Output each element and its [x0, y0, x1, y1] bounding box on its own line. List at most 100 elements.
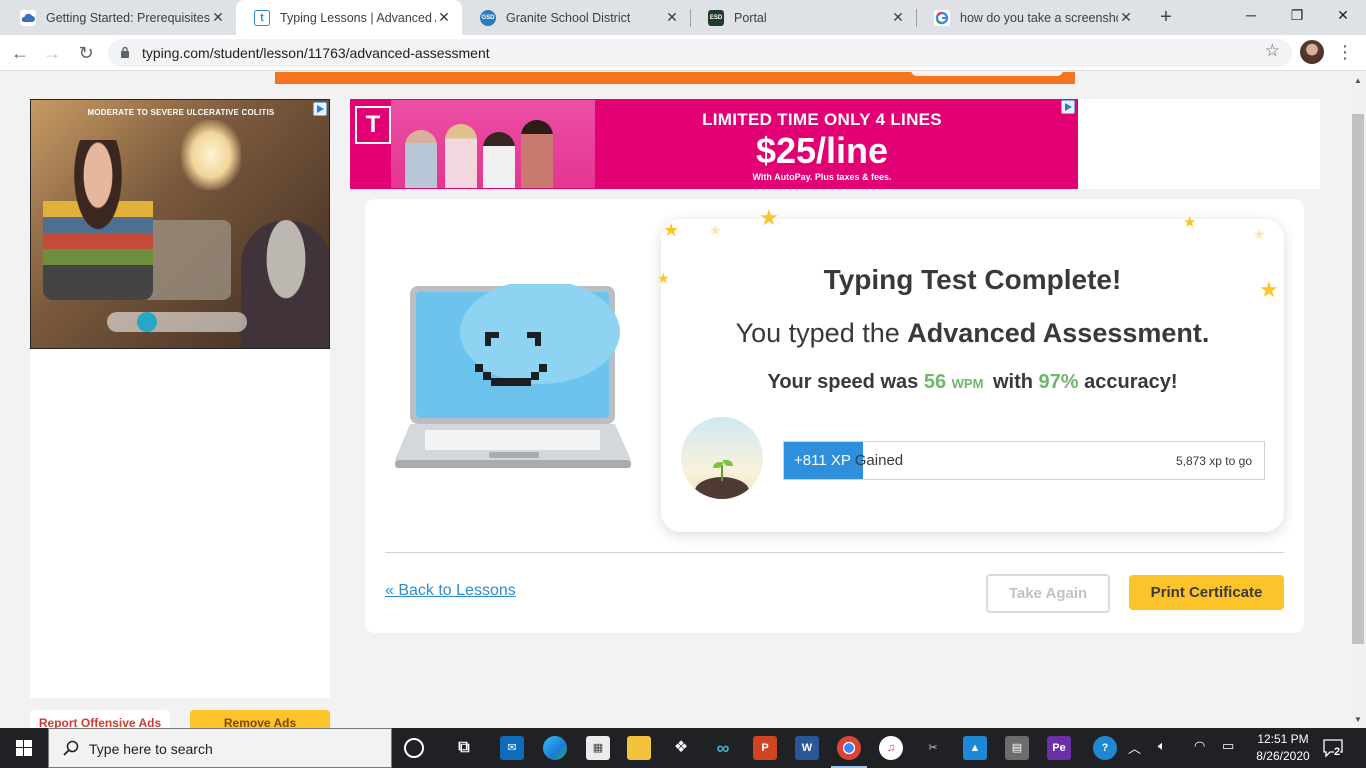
cloud-favicon-icon: [20, 9, 36, 26]
reload-icon[interactable]: ↻: [74, 41, 98, 65]
lesson-name: Advanced Assessment.: [907, 318, 1210, 348]
search-placeholder: Type here to search: [89, 741, 213, 757]
wpm-unit: WPM: [951, 376, 984, 391]
notification-center-icon[interactable]: 2: [1322, 738, 1344, 758]
tab-close-icon[interactable]: ✕: [1118, 9, 1134, 26]
search-icon: [63, 740, 79, 756]
result-bubble: ★ ★ ★ ★ ★ ★ ★ Typing Test Complete! You …: [657, 207, 1284, 532]
tab-typing-lessons[interactable]: t Typing Lessons | Advanced Ass ✕: [236, 0, 462, 35]
star-icon: ★: [1183, 214, 1197, 231]
tmobile-banner-ad[interactable]: T LIMITED TIME ONLY 4 LINES $25/line Wit…: [350, 99, 1078, 189]
laptop-mascot-icon: [395, 284, 631, 468]
mail-icon[interactable]: ✉: [500, 736, 524, 760]
ad-headline: LIMITED TIME ONLY 4 LINES: [702, 110, 942, 129]
video-progress[interactable]: [107, 312, 247, 332]
store-icon[interactable]: ▦: [586, 736, 610, 760]
tab-getting-started[interactable]: Getting Started: Prerequisites ✕: [2, 0, 236, 35]
volume-icon[interactable]: 🔈︎: [1158, 738, 1166, 754]
itunes-icon[interactable]: ♫: [879, 736, 903, 760]
premiere-elements-icon[interactable]: Pe: [1047, 736, 1071, 760]
bookmark-star-icon[interactable]: ☆: [1265, 42, 1280, 59]
xp-gained-value: +811 XP: [794, 452, 851, 469]
page-scrollbar[interactable]: ▲ ▼: [1350, 72, 1366, 728]
lock-icon: [121, 46, 129, 58]
tab-granite-school-district[interactable]: GSD Granite School District ✕: [462, 0, 690, 35]
scrollbar-thumb[interactable]: [1352, 114, 1364, 644]
sway-icon[interactable]: ∞: [711, 736, 735, 760]
adchoices-icon[interactable]: [1061, 100, 1075, 114]
windows-taskbar: Type here to search ⧉ ✉ ▦ ❖ ∞ P W ♫ ✂ ▲ …: [0, 728, 1366, 768]
ad-caption: MODERATE TO SEVERE ULCERATIVE COLITIS: [87, 108, 275, 117]
header-button[interactable]: [911, 72, 1063, 76]
more-menu-icon[interactable]: ⋮: [1336, 40, 1354, 64]
tab-google-search[interactable]: how do you take a screenshot ✕: [916, 0, 1144, 35]
notification-count: 2: [1334, 746, 1341, 758]
tab-close-icon[interactable]: ✕: [436, 9, 452, 26]
tab-close-icon[interactable]: ✕: [664, 9, 680, 26]
report-offensive-ads-button[interactable]: Report Offensive Ads: [30, 710, 170, 728]
take-again-button[interactable]: Take Again: [986, 574, 1110, 613]
granite-favicon-icon: GSD: [480, 9, 496, 26]
scroll-up-icon[interactable]: ▲: [1354, 76, 1362, 85]
tab-close-icon[interactable]: ✕: [890, 9, 906, 26]
help-icon[interactable]: ?: [1093, 736, 1117, 760]
speed-summary: Your speed was 56 WPM with 97% accuracy!: [661, 371, 1284, 394]
profile-avatar[interactable]: [1300, 40, 1324, 64]
star-icon: ★: [1253, 226, 1266, 242]
ad-person: [405, 130, 437, 188]
remove-ads-button[interactable]: Remove Ads: [190, 710, 330, 728]
tab-close-icon[interactable]: ✕: [210, 9, 226, 26]
snipping-tool-icon[interactable]: ✂: [921, 736, 945, 760]
address-bar[interactable]: typing.com/student/lesson/11763/advanced…: [108, 39, 1292, 67]
left-ad-space: [30, 349, 330, 698]
chrome-icon[interactable]: [831, 736, 867, 768]
window-close-icon[interactable]: ✕: [1320, 0, 1366, 30]
ad-lamp-image: [181, 120, 241, 190]
photos-icon[interactable]: ▲: [963, 736, 987, 760]
task-view-icon[interactable]: ⧉: [452, 736, 476, 760]
scroll-down-icon[interactable]: ▼: [1354, 715, 1362, 724]
adchoices-icon[interactable]: [313, 102, 327, 116]
divider: [385, 552, 1284, 553]
chevron-up-icon[interactable]: ︿: [1128, 738, 1141, 757]
print-certificate-button[interactable]: Print Certificate: [1129, 575, 1284, 610]
taskbar-search[interactable]: Type here to search: [48, 728, 392, 768]
typing-favicon-icon: t: [254, 9, 270, 26]
calculator-icon[interactable]: ▤: [1005, 736, 1029, 760]
windows-start-icon[interactable]: [0, 728, 48, 768]
new-tab-button[interactable]: +: [1154, 5, 1178, 29]
favicon-label: GSD: [481, 14, 495, 21]
star-icon: ★: [709, 222, 722, 238]
back-arrow-icon[interactable]: ←: [8, 41, 32, 65]
url-text: typing.com/student/lesson/11763/advanced…: [142, 45, 490, 61]
tab-portal[interactable]: ESD Portal ✕: [690, 0, 916, 35]
forward-arrow-icon[interactable]: →: [40, 41, 64, 65]
minimize-icon[interactable]: ─: [1228, 0, 1274, 30]
ad-person: [445, 124, 477, 188]
left-video-ad[interactable]: MODERATE TO SEVERE ULCERATIVE COLITIS: [30, 99, 330, 349]
typed-prefix: You typed the: [735, 318, 908, 348]
ad-man-image: [241, 220, 329, 348]
ad-price: $25/line: [755, 130, 889, 171]
word-icon[interactable]: W: [795, 736, 819, 760]
xp-gained-text: Gained: [850, 452, 904, 469]
tab-strip: Getting Started: Prerequisites ✕ t Typin…: [0, 0, 1366, 35]
browser-toolbar: ← → ↻ typing.com/student/lesson/11763/ad…: [0, 35, 1366, 71]
tab-title: Getting Started: Prerequisites: [46, 10, 210, 25]
accuracy-value: 97%: [1038, 371, 1079, 393]
back-to-lessons-link[interactable]: « Back to Lessons: [385, 582, 516, 600]
system-clock[interactable]: 12:51 PM 8/26/2020: [1248, 731, 1318, 765]
xp-to-go: 5,873 xp to go: [1175, 454, 1252, 468]
maximize-icon[interactable]: ❐: [1274, 0, 1320, 30]
dropbox-icon[interactable]: ❖: [669, 736, 693, 760]
star-icon: ★: [759, 205, 779, 230]
speed-mid: with: [987, 371, 1039, 393]
cortana-icon[interactable]: [404, 738, 424, 758]
network-icon[interactable]: ▭: [1222, 738, 1234, 754]
powerpoint-icon[interactable]: P: [753, 736, 777, 760]
results-card: ★ ★ ★ ★ ★ ★ ★ Typing Test Complete! You …: [365, 199, 1304, 633]
edge-icon[interactable]: [543, 736, 567, 760]
wifi-icon[interactable]: ◠: [1194, 738, 1205, 754]
video-scrubber[interactable]: [137, 312, 157, 332]
file-explorer-icon[interactable]: [627, 736, 651, 760]
